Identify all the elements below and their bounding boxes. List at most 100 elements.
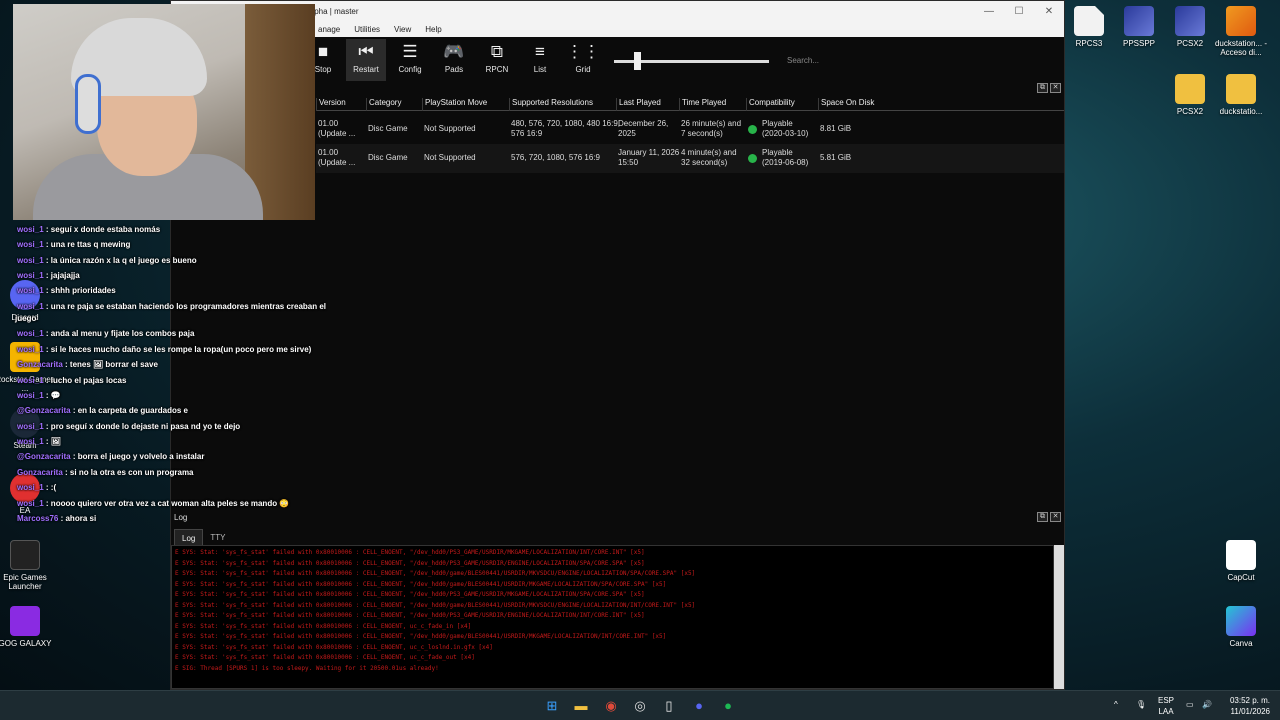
list-button[interactable]: ≡ List bbox=[520, 39, 560, 81]
rpcn-icon: ⧉ bbox=[490, 42, 504, 61]
menu-help[interactable]: Help bbox=[418, 25, 448, 34]
desktop-icon-epic-games[interactable]: Epic Games Launcher bbox=[0, 540, 56, 591]
grid-icon: ⋮⋮ bbox=[566, 42, 600, 61]
log-line: E SIG: Thread [SPURS 1] is too sleepy. W… bbox=[175, 664, 439, 672]
log-line: E SYS: Stat: 'sys_fs_stat' failed with 0… bbox=[175, 633, 667, 640]
desktop-icon-gog[interactable]: GOG GALAXY bbox=[0, 606, 56, 648]
chat-message: wosi_1 : jajajajja bbox=[17, 271, 80, 280]
cell-version-2: (Update ... bbox=[318, 129, 356, 138]
list-icon: ≡ bbox=[535, 42, 545, 61]
chat-message: wosi_1 : anda al menu y fijate los combo… bbox=[17, 329, 195, 338]
headphones-icon bbox=[75, 74, 101, 134]
desktop-icon-label: Canva bbox=[1229, 639, 1253, 648]
cell-last-1: December 26, bbox=[618, 119, 669, 128]
network-icon[interactable]: ▭ bbox=[1186, 699, 1194, 710]
config-button[interactable]: ☰ Config bbox=[390, 39, 430, 81]
menu-manage[interactable]: anage bbox=[311, 25, 347, 34]
table-row[interactable]: 01.00 (Update ... Disc Game Not Supporte… bbox=[316, 115, 1064, 144]
language-indicator[interactable]: ESP LAA bbox=[1158, 695, 1174, 717]
file-icon bbox=[1074, 6, 1104, 36]
col-compat[interactable]: Compatibility bbox=[746, 98, 795, 111]
icon-size-slider[interactable] bbox=[614, 52, 769, 70]
log-line: E SYS: Stat: 'sys_fs_stat' failed with 0… bbox=[175, 559, 645, 567]
cell-time-2: 32 second(s) bbox=[681, 158, 728, 167]
col-version[interactable]: Version bbox=[316, 98, 346, 111]
desktop-icon-label: CapCut bbox=[1227, 573, 1255, 582]
clock[interactable]: 03:52 p. m. 11/01/2026 bbox=[1224, 695, 1270, 717]
rpcn-button[interactable]: ⧉ RPCN bbox=[477, 39, 517, 81]
chat-message: Gonzacarita : tenes 🖼 borrar el save bbox=[17, 360, 158, 369]
obs-icon[interactable]: ◎ bbox=[631, 697, 649, 715]
col-time-played[interactable]: Time Played bbox=[679, 98, 726, 111]
float-icon[interactable]: ⧉ bbox=[1037, 83, 1048, 93]
discord-icon[interactable]: ● bbox=[690, 697, 708, 715]
maximize-icon[interactable]: ☐ bbox=[1004, 6, 1034, 17]
slider-handle[interactable] bbox=[634, 52, 641, 70]
webcam-overlay bbox=[13, 4, 315, 220]
log-output[interactable]: E SYS: Stat: 'sys_fs_stat' failed with 0… bbox=[171, 545, 1054, 689]
desktop-icon-label: GOG GALAXY bbox=[0, 639, 52, 648]
close-icon[interactable]: ✕ bbox=[1050, 512, 1061, 522]
restart-button[interactable]: ⏮ Restart bbox=[346, 39, 386, 81]
col-space[interactable]: Space On Disk bbox=[818, 98, 874, 111]
desktop-icon-capcut[interactable]: CapCut bbox=[1210, 540, 1272, 582]
close-icon[interactable]: ✕ bbox=[1050, 83, 1061, 93]
pads-button[interactable]: 🎮 Pads bbox=[434, 39, 474, 81]
log-panel: Log ⧉ ✕ Log TTY E SYS: Stat: 'sys_fs_sta… bbox=[171, 509, 1064, 689]
folder-icon bbox=[1175, 74, 1205, 104]
volume-icon[interactable]: 🔊 bbox=[1202, 699, 1212, 710]
chevron-up-icon[interactable]: ^ bbox=[1114, 699, 1118, 710]
log-scrollbar[interactable] bbox=[1054, 545, 1064, 689]
close-icon[interactable]: ✕ bbox=[1034, 6, 1064, 17]
log-line: E SYS: Stat: 'sys_fs_stat' failed with 0… bbox=[175, 580, 667, 588]
menu-view[interactable]: View bbox=[387, 25, 418, 34]
cell-res-2: 576 16:9 bbox=[511, 129, 543, 138]
col-last-played[interactable]: Last Played bbox=[616, 98, 661, 111]
col-move[interactable]: PlayStation Move bbox=[422, 98, 487, 111]
microphone-icon[interactable]: 🎙 bbox=[1136, 699, 1146, 710]
cell-last-1: January 11, 2026 bbox=[618, 148, 680, 157]
log-line: E SYS: Stat: 'sys_fs_stat' failed with 0… bbox=[175, 622, 472, 630]
desktop-icon-label: duckstation... - Acceso di... bbox=[1214, 39, 1268, 58]
desktop-icon-canva[interactable]: Canva bbox=[1210, 606, 1272, 648]
desktop-icon-label: PPSSPP bbox=[1122, 39, 1155, 48]
file-explorer-icon[interactable]: ▬ bbox=[572, 697, 590, 715]
chat-message: wosi_1 : noooo quiero ver otra vez a cat… bbox=[17, 499, 290, 508]
log-line: E SYS: Stat: 'sys_fs_stat' failed with 0… bbox=[175, 570, 696, 577]
cell-compat-2: (2020-03-10) bbox=[762, 129, 809, 138]
chat-message: wosi_1 : una re ttas q mewing bbox=[17, 240, 131, 249]
chat-message: wosi_1 : una re paja se estaban haciendo… bbox=[17, 302, 327, 311]
grid-button[interactable]: ⋮⋮ Grid bbox=[563, 39, 603, 81]
menu-utilities[interactable]: Utilities bbox=[347, 25, 387, 34]
desktop-icon-duckstation-shortcut[interactable]: duckstation... - Acceso di... bbox=[1210, 6, 1272, 57]
cell-last-2: 15:50 bbox=[618, 158, 639, 167]
chat-message: @Gonzacarita : borra el juego y volvelo … bbox=[17, 452, 205, 461]
cell-space: 5.81 GiB bbox=[820, 153, 852, 162]
chat-message: wosi_1 : :( bbox=[17, 483, 57, 492]
chat-message: wosi_1 : pro seguí x donde lo dejaste ni… bbox=[17, 422, 241, 431]
windows-start-icon[interactable]: ⊞ bbox=[543, 697, 561, 715]
minimize-icon[interactable]: — bbox=[974, 6, 1004, 17]
cell-time-1: 26 minute(s) and bbox=[681, 119, 742, 128]
desktop-icon-ea[interactable]: EA bbox=[0, 473, 56, 515]
cell-version-2: (Update ... bbox=[318, 158, 356, 167]
chrome-icon[interactable]: ◉ bbox=[602, 697, 620, 715]
cell-last-2: 2025 bbox=[618, 129, 636, 138]
spotify-icon[interactable]: ● bbox=[719, 697, 737, 715]
search-input[interactable]: Search... bbox=[783, 53, 1053, 71]
log-line: E SYS: Stat: 'sys_fs_stat' failed with 0… bbox=[175, 612, 645, 619]
cell-time-2: 7 second(s) bbox=[681, 129, 723, 138]
log-line: E SYS: Stat: 'sys_fs_stat' failed with 0… bbox=[175, 549, 645, 556]
game-list-header: Version Category PlayStation Move Suppor… bbox=[316, 96, 1064, 111]
canva-icon bbox=[1226, 606, 1256, 636]
desktop-icon-duckstation-folder[interactable]: duckstatio... bbox=[1210, 74, 1272, 116]
log-line: E SYS: Stat: 'sys_fs_stat' failed with 0… bbox=[175, 601, 696, 609]
chat-message: wosi_1 : si le haces mucho daño se les r… bbox=[17, 345, 312, 354]
desktop-icon-label: PCSX2 bbox=[1176, 107, 1204, 116]
col-resolutions[interactable]: Supported Resolutions bbox=[509, 98, 593, 111]
float-icon[interactable]: ⧉ bbox=[1037, 512, 1048, 522]
table-row[interactable]: 01.00 (Update ... Disc Game Not Supporte… bbox=[316, 144, 1064, 173]
col-category[interactable]: Category bbox=[366, 98, 401, 111]
ppsspp-icon bbox=[1124, 6, 1154, 36]
file-icon[interactable]: ▯ bbox=[660, 697, 678, 715]
